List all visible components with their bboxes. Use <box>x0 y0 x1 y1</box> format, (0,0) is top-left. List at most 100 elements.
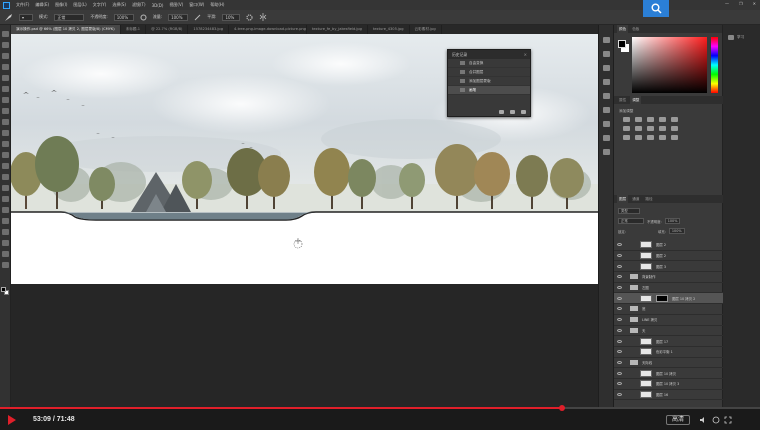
move-tool-icon[interactable] <box>2 31 9 37</box>
zoom-tool-icon[interactable] <box>2 251 9 257</box>
layer-row[interactable]: 图层 10 拷贝 3 <box>614 379 723 390</box>
flow-input[interactable]: 100% <box>168 13 189 21</box>
exposure-adjustment-icon[interactable] <box>659 117 666 122</box>
panel-learn[interactable]: 学习 <box>728 35 744 40</box>
swatches-panel-icon[interactable] <box>603 121 610 127</box>
layer-row[interactable]: 图层 10 拷贝 <box>614 368 723 379</box>
lasso-tool-icon[interactable] <box>2 53 9 59</box>
layer-row[interactable]: 底 <box>614 304 723 315</box>
actions-panel-icon[interactable] <box>603 65 610 71</box>
color-field[interactable] <box>632 37 707 93</box>
character-panel-icon[interactable] <box>603 93 610 99</box>
menu-type[interactable]: 文字(Y) <box>93 2 107 8</box>
layer-opacity-input[interactable]: 100% <box>664 218 681 224</box>
layer-row[interactable]: 图层 2 <box>614 240 723 251</box>
layer-row[interactable]: 图层 16 <box>614 390 723 401</box>
blur-tool-icon[interactable] <box>2 174 9 180</box>
properties-panel-icon[interactable] <box>603 51 610 57</box>
tab-paths[interactable]: 路径 <box>643 195 654 203</box>
danmaku-settings-icon[interactable] <box>712 416 720 424</box>
visibility-eye-icon[interactable] <box>617 307 622 311</box>
tab-color[interactable]: 颜色 <box>617 25 629 33</box>
layer-row[interactable]: 图层 3 <box>614 261 723 273</box>
mode-select[interactable]: 正常 <box>54 13 85 21</box>
menu-view[interactable]: 视图(V) <box>169 2 183 8</box>
menu-layer[interactable]: 图层(L) <box>73 2 86 8</box>
layer-row[interactable]: LINE 拷贝 <box>614 315 723 326</box>
visibility-eye-icon[interactable] <box>617 296 622 300</box>
document-tab[interactable]: 演示操作.psd @ 66% (图层 10 拷贝 2, 图层蒙版/8) (CMY… <box>11 25 121 34</box>
threshold-adjustment-icon[interactable] <box>659 135 666 140</box>
blend-mode-select[interactable]: 正常 <box>618 218 644 224</box>
play-icon[interactable] <box>8 415 16 425</box>
shape-tool-icon[interactable] <box>2 229 9 235</box>
minimize-button[interactable]: — <box>725 1 729 6</box>
type-tool-icon[interactable] <box>2 207 9 213</box>
eraser-tool-icon[interactable] <box>2 152 9 158</box>
history-brush-tool-icon[interactable] <box>2 141 9 147</box>
fullscreen-icon[interactable] <box>724 416 732 424</box>
smoothing-input[interactable]: 10% <box>222 13 241 21</box>
crop-tool-icon[interactable] <box>2 75 9 81</box>
tab-properties[interactable]: 属性 <box>617 96 628 104</box>
history-panel-header[interactable]: 历史记录 × <box>448 50 530 59</box>
menu-file[interactable]: 文件(F) <box>16 2 29 8</box>
levels-adjustment-icon[interactable] <box>635 117 642 122</box>
visibility-eye-icon[interactable] <box>617 318 622 322</box>
pressure-opacity-icon[interactable] <box>140 14 147 21</box>
visibility-eye-icon[interactable] <box>617 264 622 268</box>
color-lookup-adjustment-icon[interactable] <box>623 135 630 140</box>
document-tab[interactable]: texture_4305.jpg <box>368 25 410 34</box>
settings-gear-icon[interactable] <box>246 13 254 21</box>
opacity-input[interactable]: 100% <box>113 13 134 21</box>
history-panel[interactable]: 历史记录 × 自由变换 合并图层 添加图层蒙版 画笔 <box>447 49 531 117</box>
trash-icon[interactable] <box>521 110 526 114</box>
edit-toolbar-tool-icon[interactable] <box>2 262 9 268</box>
layer-kind-filter[interactable]: 类型 <box>618 208 640 214</box>
layer-mask-thumbnail[interactable] <box>656 294 668 302</box>
close-window-button[interactable]: ✕ <box>753 1 756 6</box>
curves-adjustment-icon[interactable] <box>647 117 654 122</box>
invert-adjustment-icon[interactable] <box>635 135 642 140</box>
visibility-eye-icon[interactable] <box>617 243 622 247</box>
fill-input[interactable]: 100% <box>668 228 685 234</box>
layer-row[interactable]: 图层 10 拷贝 2 <box>614 293 723 305</box>
menu-window[interactable]: 窗口(W) <box>189 2 204 8</box>
menu-image[interactable]: 图像(I) <box>55 2 67 8</box>
foreground-color-swatch[interactable] <box>1 287 6 292</box>
adjust-panel-icon[interactable] <box>603 135 610 141</box>
volume-icon[interactable] <box>699 416 707 424</box>
layer-row[interactable]: 图层 17 <box>614 336 723 347</box>
hand-tool-icon[interactable] <box>2 240 9 246</box>
search-button[interactable] <box>643 0 669 17</box>
libraries-panel-icon[interactable] <box>603 149 610 155</box>
history-panel-icon[interactable] <box>603 37 610 43</box>
history-state[interactable]: 合并图层 <box>448 68 530 77</box>
photo-filter-adjustment-icon[interactable] <box>659 126 666 131</box>
visibility-eye-icon[interactable] <box>617 392 622 396</box>
healing-tool-icon[interactable] <box>2 108 9 114</box>
marquee-tool-icon[interactable] <box>2 42 9 48</box>
history-close-button[interactable]: × <box>524 50 527 59</box>
visibility-eye-icon[interactable] <box>617 254 622 258</box>
history-state[interactable]: 添加图层蒙版 <box>448 77 530 86</box>
document-tab[interactable]: texture_fe_by_jakesfield.jpg <box>307 25 368 34</box>
snapshot-icon[interactable] <box>499 110 504 114</box>
progress-handle[interactable] <box>559 405 566 411</box>
menu-3d[interactable]: 3D(D) <box>152 3 164 8</box>
vibrance-adjustment-icon[interactable] <box>671 117 678 122</box>
menu-edit[interactable]: 编辑(E) <box>35 2 49 8</box>
quick-select-tool-icon[interactable] <box>2 64 9 70</box>
gradient-map-adjustment-icon[interactable] <box>671 135 678 140</box>
quality-button[interactable]: 高清 <box>666 415 690 425</box>
color-balance-adjustment-icon[interactable] <box>635 126 642 131</box>
panel-foreground-swatch[interactable] <box>618 40 626 48</box>
layer-row[interactable]: 左图 <box>614 283 723 294</box>
stamp-tool-icon[interactable] <box>2 130 9 136</box>
tab-layers[interactable]: 图层 <box>617 195 629 203</box>
document-tab[interactable]: 4-tree-png-image-download-picture.png <box>229 25 307 34</box>
tab-swatches[interactable]: 色板 <box>630 25 641 33</box>
brush-size-picker[interactable]: ▾ <box>19 13 33 21</box>
document-tab[interactable]: 未标题-1 <box>121 25 147 34</box>
menu-help[interactable]: 帮助(H) <box>210 2 224 8</box>
